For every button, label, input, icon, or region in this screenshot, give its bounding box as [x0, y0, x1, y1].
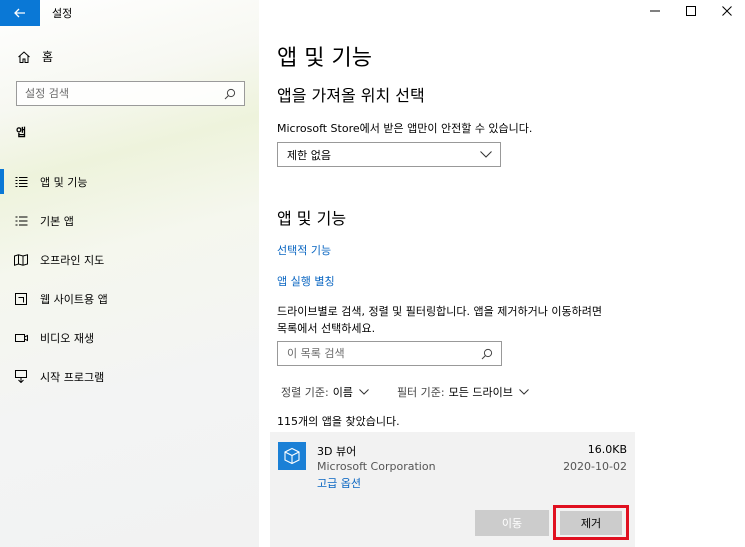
filter-value: 모든 드라이브 — [448, 386, 513, 399]
sidebar-item-video-playback[interactable]: 비디오 재생 — [0, 318, 259, 357]
sidebar-item-label: 앱 및 기능 — [40, 175, 88, 189]
sidebar-item-label: 웹 사이트용 앱 — [40, 292, 108, 306]
maximize-button[interactable] — [673, 0, 709, 22]
app-list-search[interactable] — [277, 341, 502, 366]
page-title: 앱 및 기능 — [277, 46, 372, 71]
sidebar-item-apps-features[interactable]: 앱 및 기능 — [0, 162, 259, 201]
install-source-description: Microsoft Store에서 받은 앱만이 안전할 수 있습니다. — [277, 122, 533, 135]
dropdown-value: 제한 없음 — [287, 148, 331, 162]
maximize-icon — [686, 6, 696, 16]
video-icon — [14, 331, 28, 345]
sidebar-item-web-apps[interactable]: 웹 사이트용 앱 — [0, 279, 259, 318]
sidebar-item-startup[interactable]: 시작 프로그램 — [0, 357, 259, 396]
sidebar-item-label: 비디오 재생 — [40, 331, 95, 345]
home-label: 홈 — [42, 50, 54, 64]
filter-description-line1: 드라이브별로 검색, 정렬 및 필터링합니다. 앱을 제거하거나 이동하려면 — [277, 305, 602, 318]
install-source-heading: 앱을 가져올 위치 선택 — [277, 86, 425, 105]
chevron-down-icon — [359, 389, 369, 395]
close-button[interactable] — [709, 0, 745, 22]
sidebar-item-default-apps[interactable]: 기본 앱 — [0, 201, 259, 240]
advanced-options-link[interactable]: 고급 옵션 — [317, 475, 361, 491]
search-icon — [224, 88, 236, 99]
sidebar-nav: 앱 및 기능 기본 앱 오프라인 지도 웹 사이트용 앱 비디오 재생 시작 프… — [0, 162, 259, 396]
app-publisher: Microsoft Corporation — [317, 460, 436, 473]
sort-value: 이름 — [332, 386, 353, 399]
back-button[interactable] — [0, 0, 40, 26]
startup-icon — [14, 370, 28, 384]
chevron-down-icon — [480, 151, 492, 158]
filter-dropdown[interactable]: 필터 기준: 모든 드라이브 — [397, 384, 529, 400]
app-list-search-input[interactable] — [287, 347, 467, 360]
default-apps-icon — [14, 214, 28, 228]
titlebar-left: 설정 — [0, 0, 259, 26]
remove-button[interactable]: 제거 — [560, 511, 622, 535]
sidebar-item-label: 시작 프로그램 — [40, 370, 105, 384]
app-name: 3D 뷰어 — [317, 445, 357, 458]
move-button[interactable]: 이동 — [475, 510, 549, 536]
app-aliases-link[interactable]: 앱 실행 별칭 — [277, 273, 335, 289]
app-install-date: 2020-10-02 — [563, 460, 627, 473]
list-icon — [14, 175, 28, 189]
sort-filter-row: 정렬 기준: 이름 필터 기준: 모든 드라이브 — [281, 384, 557, 400]
filter-label: 필터 기준: — [396, 386, 445, 399]
sidebar-item-offline-maps[interactable]: 오프라인 지도 — [0, 240, 259, 279]
sidebar-item-label: 기본 앱 — [40, 214, 74, 228]
home-icon — [16, 49, 32, 65]
arrow-left-icon — [14, 8, 25, 18]
remove-button-highlight: 제거 — [553, 505, 629, 540]
main-content: 앱 및 기능 앱을 가져올 위치 선택 Microsoft Store에서 받은… — [259, 0, 745, 547]
sidebar-item-label: 오프라인 지도 — [40, 253, 105, 267]
app-count: 115개의 앱을 찾았습니다. — [277, 415, 400, 428]
section-label: 앱 — [16, 126, 27, 139]
close-icon — [722, 6, 732, 16]
minimize-button[interactable] — [637, 0, 673, 22]
3d-viewer-icon — [278, 442, 306, 470]
sort-label: 정렬 기준: — [281, 386, 329, 399]
app-list-item[interactable]: 3D 뷰어 Microsoft Corporation 고급 옵션 16.0KB… — [270, 432, 635, 547]
app-title: 설정 — [52, 7, 73, 20]
filter-description-line2: 목록에서 선택하세요. — [277, 322, 376, 335]
optional-features-link[interactable]: 선택적 기능 — [277, 242, 331, 258]
window-controls — [637, 0, 745, 22]
app-size: 16.0KB — [587, 443, 627, 456]
apps-features-heading: 앱 및 기능 — [277, 209, 347, 228]
minimize-icon — [650, 10, 660, 12]
map-icon — [14, 253, 28, 267]
chevron-down-icon — [518, 389, 529, 395]
home-link[interactable]: 홈 — [16, 48, 53, 65]
install-source-dropdown[interactable]: 제한 없음 — [277, 142, 501, 167]
web-app-icon — [14, 292, 28, 306]
search-icon — [481, 348, 493, 359]
sidebar: 설정 홈 앱 앱 및 기능 — [0, 0, 259, 547]
sort-dropdown[interactable]: 정렬 기준: 이름 — [281, 384, 369, 400]
settings-search-input[interactable] — [25, 87, 205, 100]
settings-search[interactable] — [16, 81, 245, 106]
